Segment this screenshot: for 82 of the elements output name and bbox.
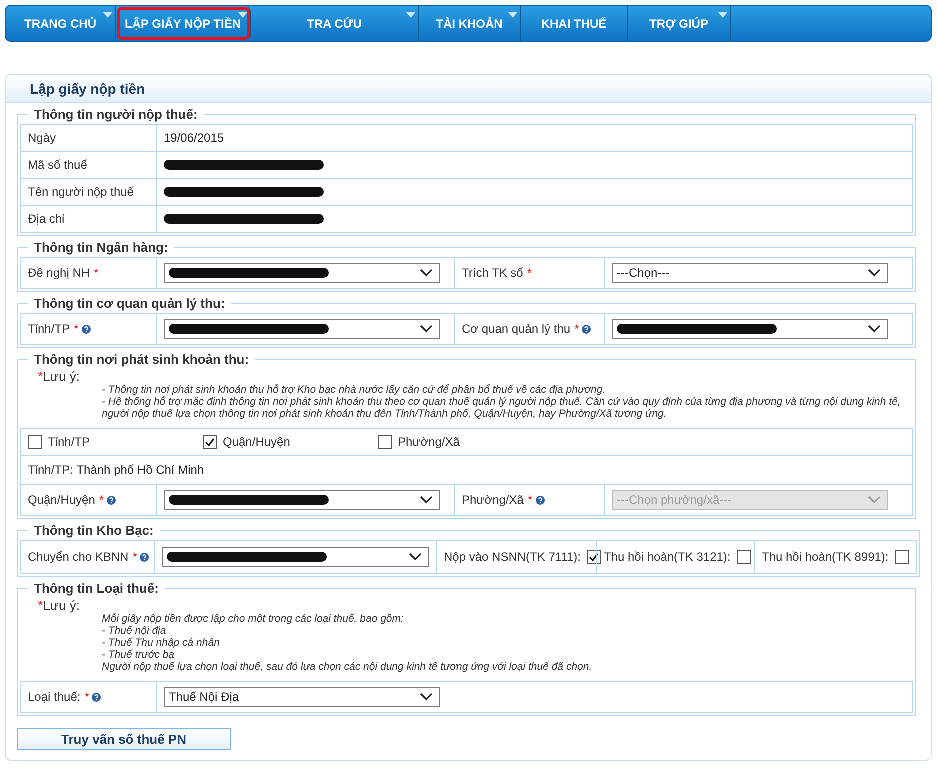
nav-item[interactable]: TÀI KHOẢN <box>419 6 521 41</box>
select-value: ---Chọn phường/xã--- <box>617 493 732 507</box>
checkbox-label: Nộp vào NSNN(TK 7111): <box>444 550 581 564</box>
chevron-down-icon <box>868 496 881 504</box>
help-icon <box>82 324 91 334</box>
required-mark: * <box>84 690 90 704</box>
note-heading: *Lưu ý: <box>38 369 80 384</box>
select-field[interactable] <box>164 490 440 510</box>
nav-item[interactable]: TRANG CHỦ <box>6 6 116 41</box>
select-value: Thuế Nội Địa <box>169 690 240 704</box>
field-label: Loại thuế: <box>28 690 81 704</box>
required-mark: * <box>527 266 532 280</box>
nav-item[interactable]: LẬP GIẤY NỘP TIỀN <box>116 6 251 41</box>
select-field[interactable] <box>164 319 440 339</box>
checkbox[interactable] <box>736 550 751 564</box>
note-heading: *Lưu ý: <box>38 598 80 613</box>
checkbox[interactable] <box>378 435 392 449</box>
required-mark: * <box>528 493 533 507</box>
help-icon <box>536 496 545 504</box>
note-text: Người nộp thuế lựa chọn loại thuế, sau đó lựa chọn các nội dung kinh tế tương ứng với loại thuế đã chọn. <box>102 661 594 673</box>
field-label: Mã số thuế <box>28 158 88 172</box>
field-label: Trích TK số <box>462 266 524 280</box>
help-icon <box>107 496 116 504</box>
field-label: Tên người nộp thuế <box>28 185 134 199</box>
select-field[interactable] <box>162 547 429 567</box>
nav-item[interactable]: TRỢ GIÚP <box>628 6 731 41</box>
note-text: - Hệ thống hỗ trợ mặc định thông tin nơi phát sinh khoản thu theo cơ quan thuế quản lý người nộp thuế. Căn cứ vào quy định của từng địa phương và từng nội dung kinh tế, người nộp thuế lựa chọn thông tin nơi phát sinh khoản thu đến Tỉnh/Thành phố, Quận/Huyện, hay Phường/Xã tương ứng. <box>102 396 902 420</box>
help-icon <box>92 692 102 702</box>
chevron-down-icon <box>420 496 433 504</box>
help-icon <box>140 552 150 562</box>
field-label: Cơ quan quản lý thu <box>462 322 571 336</box>
checkbox[interactable] <box>28 435 42 449</box>
chevron-down-icon <box>420 269 433 277</box>
select-value: ---Chọn--- <box>617 266 670 280</box>
panel-title: Lập giấy nộp tiền <box>30 80 146 96</box>
field-label: Đề nghị NH <box>28 266 90 280</box>
select-field[interactable]: Thuế Nội Địa <box>164 687 440 707</box>
field-label: Quận/Huyện <box>28 493 96 507</box>
field-value: Thành phố Hồ Chí Minh <box>76 463 204 477</box>
field-label: Ngày <box>28 131 56 145</box>
chevron-down-icon <box>868 269 881 277</box>
select-field[interactable]: ---Chọn--- <box>612 263 888 283</box>
note-text: - Thuế Thu nhập cá nhân <box>102 637 221 649</box>
chevron-down-icon <box>420 325 433 333</box>
nav-item[interactable]: KHAI THUẾ <box>521 6 628 41</box>
required-mark: * <box>132 550 138 564</box>
note-text: - Thuế nội địa <box>102 625 168 637</box>
section-title: Thông tin Kho Bạc: <box>33 523 155 538</box>
nav-item[interactable]: TRA CỨU <box>251 6 419 41</box>
required-mark: * <box>574 322 580 336</box>
checkbox[interactable] <box>586 550 601 564</box>
note-text: Mỗi giấy nộp tiền được lập cho một trong các loại thuế, bao gồm: <box>102 613 405 625</box>
required-mark: * <box>99 493 104 507</box>
chevron-down-icon <box>868 325 881 333</box>
checkbox[interactable] <box>894 550 909 564</box>
checkbox[interactable] <box>203 435 217 449</box>
note-text: - Thông tin nơi phát sinh khoản thu hỗ trợ Kho bạc nhà nước lấy căn cứ để phân bổ thuế về các địa phương. <box>102 384 607 396</box>
required-mark: * <box>94 266 99 280</box>
section-title: Thông tin nơi phát sinh khoản thu: <box>33 352 250 367</box>
checkbox-label: Quận/Huyện <box>223 435 290 449</box>
field-label: Tỉnh/TP <box>28 322 70 336</box>
help-icon <box>582 324 592 334</box>
checkbox-label: Thu hồi hoàn(TK 3121): <box>604 550 731 564</box>
chevron-down-icon <box>409 553 422 561</box>
checkbox-label: Phường/Xã <box>398 435 460 449</box>
section-title: Thông tin Loại thuế: <box>33 581 160 596</box>
select-field[interactable] <box>612 319 888 339</box>
checkbox-label: Thu hồi hoàn(TK 8991): <box>762 550 889 564</box>
field-label: Phường/Xã <box>462 493 524 507</box>
field-label: Chuyển cho KBNN <box>28 550 129 564</box>
section-title: Thông tin Ngân hàng: <box>33 240 170 255</box>
field-value: 19/06/2015 <box>164 131 224 145</box>
required-mark: * <box>74 322 79 336</box>
section-title: Thông tin người nộp thuế: <box>33 107 199 122</box>
query-button[interactable]: Truy vấn số thuế PN <box>17 728 231 750</box>
select-field[interactable] <box>164 263 440 283</box>
field-label: Tỉnh/TP: <box>28 463 74 477</box>
section-title: Thông tin cơ quan quản lý thu: <box>33 296 226 311</box>
field-label: Địa chỉ <box>28 212 65 226</box>
chevron-down-icon <box>420 693 433 701</box>
note-text: - Thuế trước bạ <box>102 649 176 661</box>
checkbox-label: Tỉnh/TP <box>48 435 90 449</box>
